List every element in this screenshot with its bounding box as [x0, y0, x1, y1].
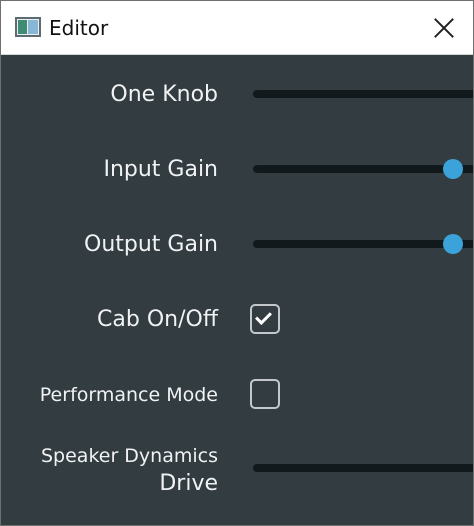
input-gain-slider[interactable] — [253, 159, 473, 179]
one-knob-slider[interactable] — [253, 90, 473, 98]
close-button[interactable] — [419, 7, 465, 49]
input-gain-label: Input Gain — [103, 157, 218, 182]
speaker-dynamics-label-line2: Drive — [159, 471, 218, 496]
output-gain-label: Output Gain — [84, 232, 218, 257]
editor-window: Editor One Knob Input Gain Output Gain C… — [0, 0, 474, 526]
window-title: Editor — [49, 16, 109, 40]
cab-checkbox[interactable] — [250, 304, 280, 334]
app-icon — [15, 17, 41, 37]
speaker-dynamics-label-line1: Speaker Dynamics — [40, 445, 218, 467]
speaker-dynamics-slider[interactable] — [253, 464, 473, 472]
one-knob-label: One Knob — [110, 82, 218, 107]
input-gain-slider-thumb[interactable] — [442, 159, 463, 179]
output-gain-slider-thumb[interactable] — [442, 234, 463, 254]
checkmark-icon — [255, 308, 272, 325]
controls-panel: One Knob Input Gain Output Gain Cab On/O… — [1, 55, 473, 525]
cab-toggle-label: Cab On/Off — [97, 307, 218, 332]
performance-mode-checkbox[interactable] — [250, 379, 280, 409]
performance-mode-label: Performance Mode — [39, 384, 218, 406]
title-bar[interactable]: Editor — [1, 1, 473, 55]
output-gain-slider[interactable] — [253, 234, 473, 254]
